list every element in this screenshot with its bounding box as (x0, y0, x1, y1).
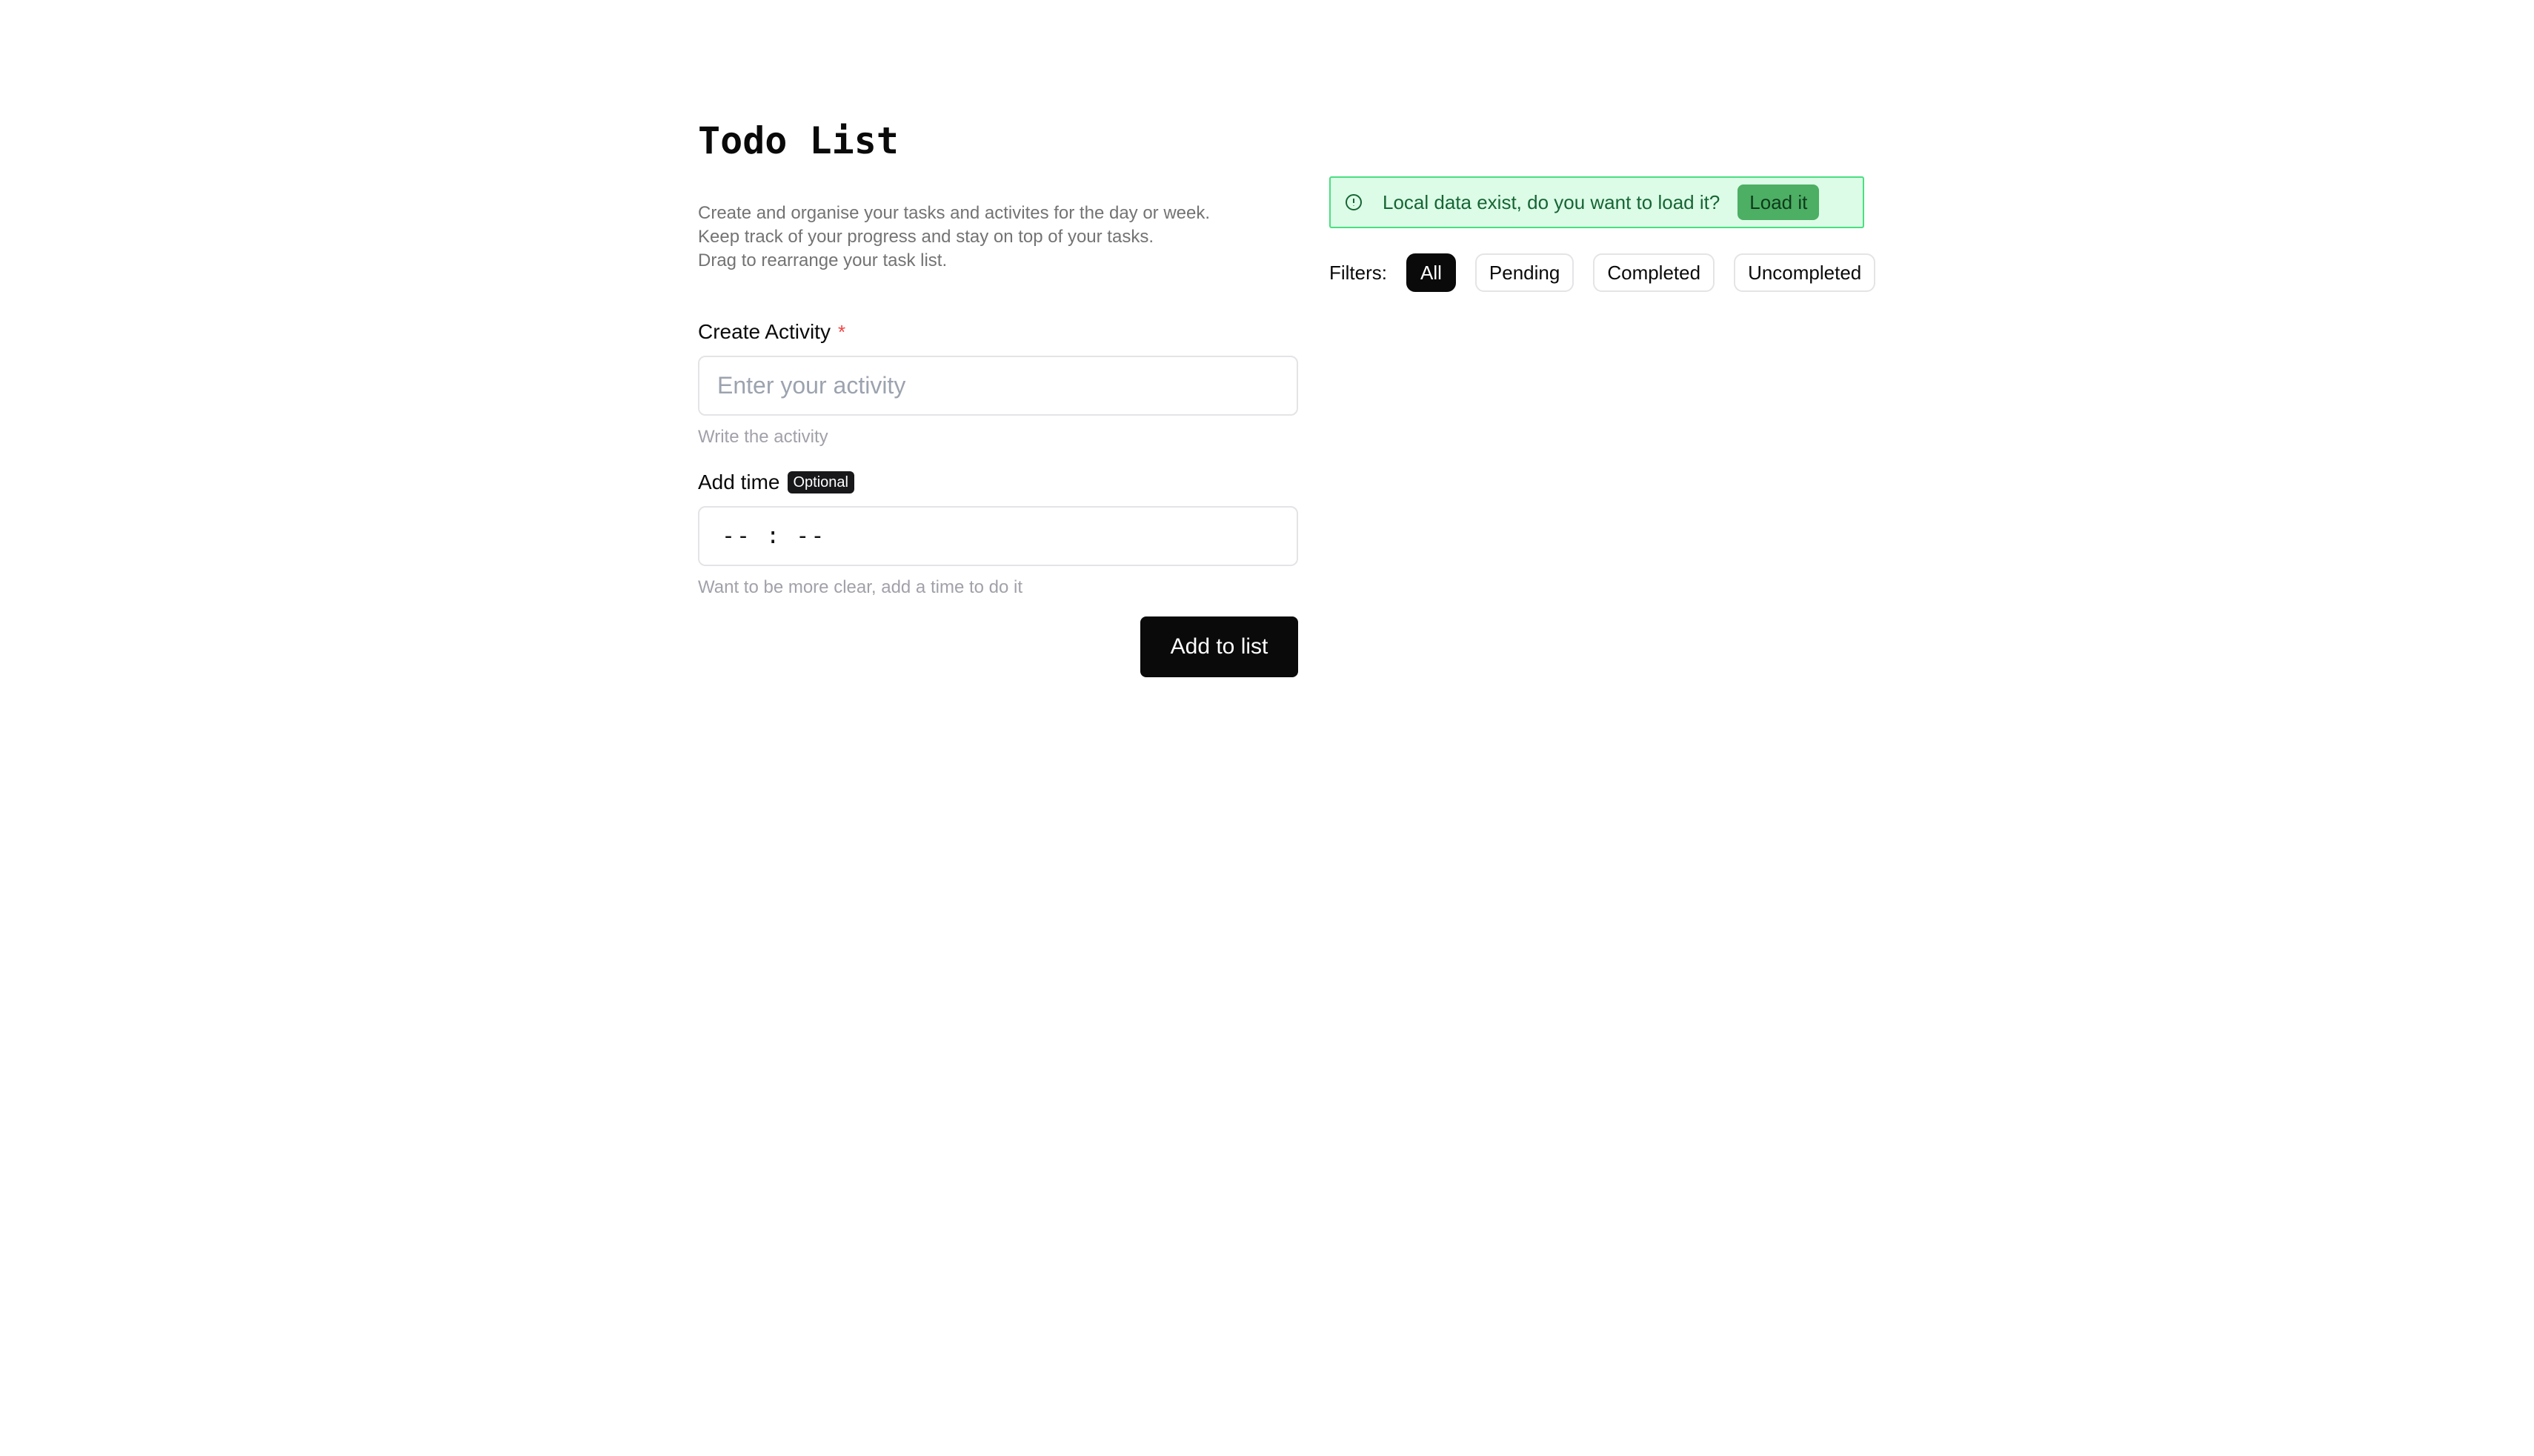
description-line: Drag to rearrange your task list. (698, 250, 948, 270)
description-line: Keep track of your progress and stay on … (698, 227, 1154, 247)
filter-all[interactable]: All (1406, 253, 1456, 292)
filter-uncompleted[interactable]: Uncompleted (1734, 253, 1876, 292)
local-data-alert: Local data exist, do you want to load it… (1329, 176, 1864, 228)
add-to-list-button[interactable]: Add to list (1140, 616, 1298, 677)
page-title: Todo List (698, 119, 899, 162)
todo-form-section: Todo List Create and organise your tasks… (698, 111, 1298, 677)
load-it-button[interactable]: Load it (1737, 185, 1820, 220)
time-input-value: -- : -- (722, 523, 826, 549)
time-label: Add time Optional (698, 469, 1298, 496)
page-description: Create and organise your tasks and activ… (698, 202, 1298, 273)
activity-input[interactable] (698, 356, 1298, 416)
filter-completed[interactable]: Completed (1593, 253, 1715, 292)
time-helper-text: Want to be more clear, add a time to do … (698, 577, 1022, 597)
required-marker: * (837, 321, 846, 343)
filters-label: Filters: (1329, 261, 1387, 284)
task-list-section: Local data exist, do you want to load it… (1329, 176, 1876, 292)
filter-pending[interactable]: Pending (1474, 253, 1574, 292)
description-line: Create and organise your tasks and activ… (698, 203, 1211, 223)
activity-helper-text: Write the activity (698, 427, 828, 447)
activity-label: Create Activity * (698, 319, 1298, 345)
time-input[interactable]: -- : -- (698, 506, 1298, 566)
alert-message: Local data exist, do you want to load it… (1383, 190, 1720, 213)
time-label-text: Add time (698, 471, 780, 493)
form-actions: Add to list (698, 616, 1298, 677)
activity-label-text: Create Activity (698, 320, 831, 343)
filters-bar: Filters: All Pending Completed Uncomplet… (1329, 253, 1876, 292)
info-circle-icon (1344, 193, 1363, 212)
optional-badge: Optional (787, 471, 854, 493)
